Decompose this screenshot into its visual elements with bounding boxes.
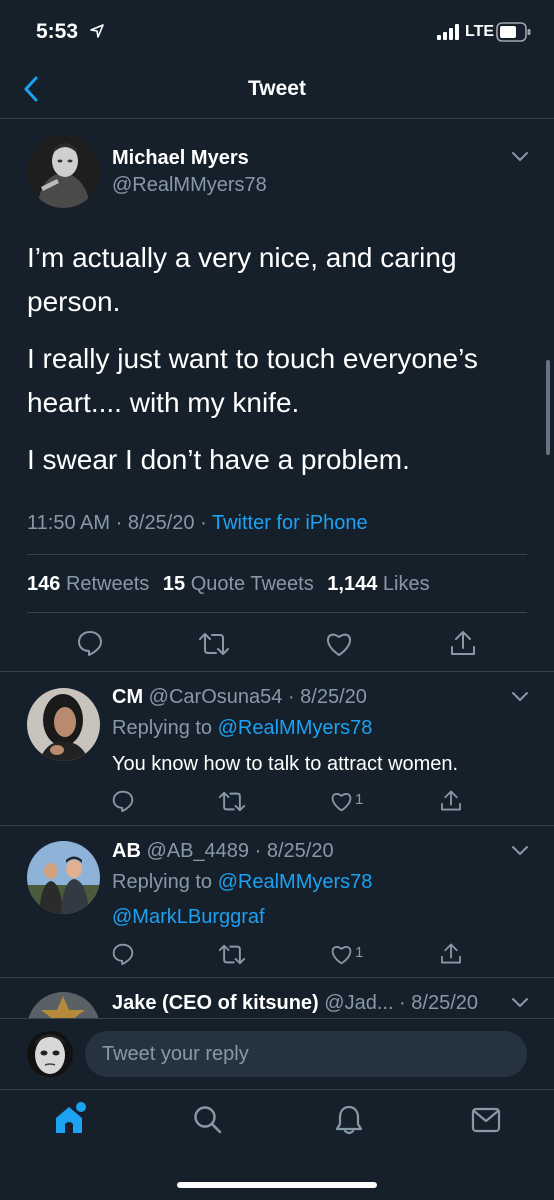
- tweet-line: I really just want to touch everyone’s: [27, 343, 478, 374]
- reply-name[interactable]: AB: [112, 840, 141, 862]
- reply-avatar[interactable]: [27, 841, 100, 914]
- author-name[interactable]: Michael Myers: [112, 147, 249, 170]
- tweet-time: 11:50 AM: [27, 512, 111, 534]
- reply-input[interactable]: Tweet your reply: [85, 1031, 527, 1077]
- reply-avatar[interactable]: [27, 688, 100, 761]
- quotes-stat[interactable]: 15 Quote Tweets: [163, 573, 314, 595]
- author-avatar[interactable]: [27, 135, 100, 208]
- scrollbar[interactable]: [546, 360, 550, 455]
- reply-composer: Tweet your reply: [0, 1019, 554, 1089]
- tweet-line: I swear I don’t have a problem.: [27, 444, 410, 475]
- composer-avatar: [27, 1031, 73, 1077]
- reply-handle[interactable]: @Jad...: [324, 992, 393, 1014]
- replying-to: Replying to @RealMMyers78: [112, 871, 372, 894]
- likes-label: Likes: [382, 573, 430, 595]
- home-icon[interactable]: [54, 1100, 88, 1136]
- tweet-date: 8/25/20: [127, 512, 195, 534]
- reply-header: CM @CarOsuna54 · 8/25/20: [112, 686, 367, 708]
- likes-count: 1,144: [327, 573, 378, 595]
- signal-icon: [437, 24, 463, 40]
- retweets-label: Retweets: [65, 573, 150, 595]
- tweet-line: person.: [27, 286, 121, 317]
- share-icon[interactable]: [450, 629, 476, 657]
- reply-name[interactable]: Jake (CEO of kitsune): [112, 992, 319, 1014]
- reply-header: Jake (CEO of kitsune) @Jad... · 8/25/20: [112, 992, 479, 1014]
- status-bar: 5:53 LTE: [0, 0, 554, 60]
- network-label: LTE: [465, 23, 495, 40]
- like-count: 1: [355, 791, 364, 808]
- page-title: Tweet: [248, 77, 306, 100]
- main-tweet-divider: [0, 671, 554, 672]
- nav-bar: Tweet: [0, 60, 554, 118]
- reply-date: 8/25/20: [300, 686, 367, 708]
- quotes-label: Quote Tweets: [190, 573, 314, 595]
- likes-stat[interactable]: 1,144 Likes: [327, 573, 429, 595]
- retweets-stat[interactable]: 146 Retweets: [27, 573, 149, 595]
- reply-text: You know how to talk to attract women.: [112, 753, 459, 775]
- tweet-line: heart.... with my knife.: [27, 387, 300, 418]
- reply-icon[interactable]: [112, 790, 134, 812]
- retweets-count: 146: [27, 573, 61, 595]
- reply-date: 8/25/20: [411, 992, 479, 1014]
- tweet-source[interactable]: Twitter for iPhone: [212, 512, 368, 534]
- reply-text[interactable]: @MarkLBurggraf: [112, 906, 265, 929]
- replying-to: Replying to @RealMMyers78: [112, 717, 372, 740]
- reply-menu-chevron-icon[interactable]: [510, 690, 530, 704]
- tweet-menu-chevron-icon[interactable]: [510, 150, 530, 164]
- reply-name[interactable]: CM: [112, 686, 143, 708]
- search-icon[interactable]: [193, 1105, 223, 1135]
- stats-divider: [27, 612, 527, 613]
- tweet-metadata: 11:50 AM · 8/25/20 · Twitter for iPhone: [27, 512, 368, 534]
- replying-prefix: Replying to: [112, 717, 213, 739]
- like-icon[interactable]: [325, 631, 353, 657]
- reply-menu-chevron-icon[interactable]: [510, 844, 530, 858]
- tweet-stats: 146 Retweets 15 Quote Tweets 1,144 Likes: [27, 573, 430, 596]
- like-count: 1: [355, 944, 364, 961]
- battery-icon: [496, 22, 532, 42]
- messages-icon[interactable]: [471, 1107, 501, 1133]
- reply-header: AB @AB_4489 · 8/25/20: [112, 840, 334, 862]
- retweet-icon[interactable]: [218, 791, 246, 812]
- reply-input-placeholder: Tweet your reply: [102, 1043, 249, 1065]
- reply-icon[interactable]: [112, 943, 134, 965]
- tweet-line: I’m actually a very nice, and caring: [27, 242, 457, 273]
- reply-tweet[interactable]: Jake (CEO of kitsune) @Jad... · 8/25/20: [0, 978, 554, 1018]
- author-handle[interactable]: @RealMMyers78: [112, 174, 267, 197]
- meta-divider: [27, 554, 527, 555]
- location-arrow-icon: [90, 24, 104, 38]
- status-time: 5:53: [36, 20, 79, 43]
- reply-divider: [0, 825, 554, 826]
- like-icon[interactable]: [330, 791, 353, 812]
- tweet-text: I’m actually a very nice, and caring per…: [27, 236, 527, 482]
- nav-divider: [0, 118, 554, 119]
- reply-date: 8/25/20: [266, 840, 334, 862]
- replying-handle[interactable]: @RealMMyers78: [218, 871, 373, 893]
- notifications-icon[interactable]: [334, 1104, 364, 1136]
- retweet-icon[interactable]: [198, 632, 230, 656]
- home-indicator: [177, 1182, 377, 1188]
- quotes-count: 15: [162, 573, 186, 595]
- reply-icon[interactable]: [77, 630, 103, 656]
- share-icon[interactable]: [440, 942, 462, 965]
- replying-prefix: Replying to: [112, 871, 213, 893]
- reply-menu-chevron-icon[interactable]: [510, 996, 530, 1010]
- reply-avatar[interactable]: [27, 992, 100, 1018]
- reply-handle[interactable]: @CarOsuna54: [149, 686, 283, 708]
- like-icon[interactable]: [330, 944, 353, 965]
- tab-bar: [0, 1090, 554, 1200]
- retweet-icon[interactable]: [218, 944, 246, 965]
- replying-handle[interactable]: @RealMMyers78: [218, 717, 373, 739]
- reply-handle[interactable]: @AB_4489: [146, 840, 249, 862]
- share-icon[interactable]: [440, 789, 462, 812]
